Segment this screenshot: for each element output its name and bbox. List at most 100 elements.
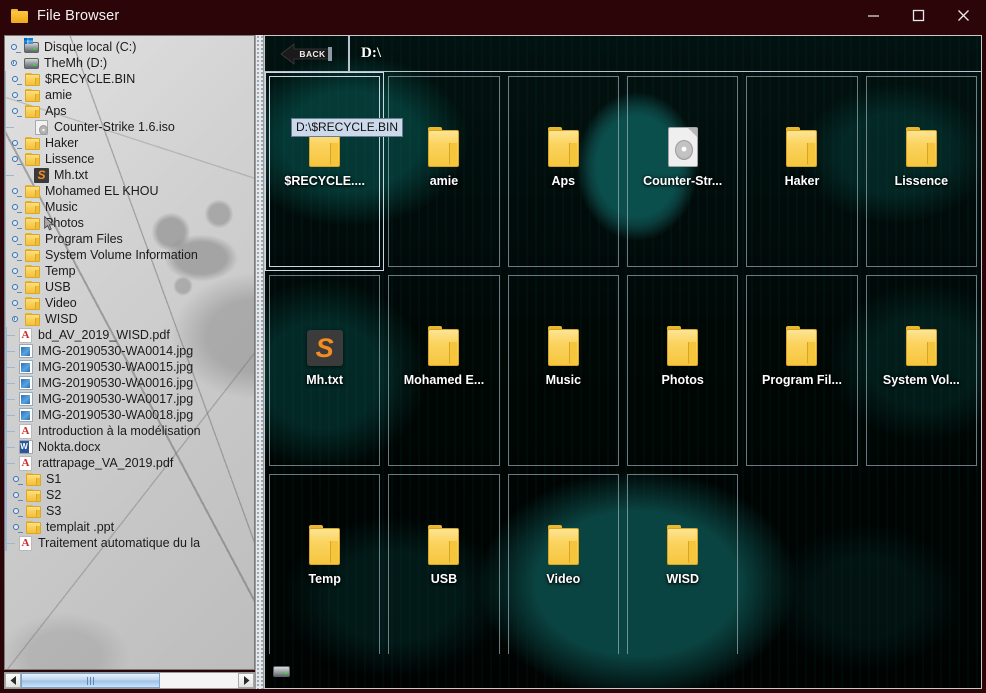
tree-item[interactable]: S2 [5, 487, 254, 503]
tree-item-icon-slot [23, 264, 42, 278]
save-button[interactable]: Save [642, 659, 715, 684]
file-grid-item[interactable]: USB [388, 474, 500, 654]
split-pane-divider[interactable] [255, 35, 264, 689]
pdf-icon [19, 423, 32, 439]
file-grid-item[interactable]: System Vol... [865, 275, 977, 466]
file-grid-item[interactable]: $RECYCLE.... [265, 72, 385, 271]
scrollbar-thumb[interactable] [21, 673, 160, 688]
expand-toggle-icon[interactable] [6, 300, 23, 309]
expand-toggle-icon[interactable] [6, 236, 23, 245]
tree-item[interactable]: Introduction à la modélisation [5, 423, 254, 439]
tree-item[interactable]: Video [5, 295, 254, 311]
expand-toggle-icon[interactable] [6, 76, 23, 85]
file-grid-area[interactable]: $RECYCLE.... amie Aps Counter-Str... Haker Li… [265, 72, 981, 654]
collapse-toggle-icon[interactable] [5, 60, 22, 66]
expand-toggle-icon[interactable] [6, 284, 23, 293]
file-grid-item[interactable]: WISD [627, 474, 739, 654]
tree-item[interactable]: IMG-20190530-WA0016.jpg [5, 375, 254, 391]
expand-toggle-icon[interactable] [6, 108, 23, 117]
tree-item-icon-slot [23, 136, 42, 150]
expand-toggle-icon[interactable] [6, 268, 23, 277]
expand-toggle-icon[interactable] [7, 476, 24, 485]
back-button[interactable]: BACK [279, 42, 335, 65]
tree-item-label: WISD [45, 312, 78, 326]
file-grid-item[interactable]: Mohamed E... [388, 275, 500, 466]
file-grid-item[interactable]: Lissence [865, 76, 977, 267]
tree-item[interactable]: Photos [5, 215, 254, 231]
tree-item[interactable]: $RECYCLE.BIN [5, 71, 254, 87]
tree-horizontal-scrollbar[interactable] [4, 672, 255, 689]
close-icon[interactable] [941, 0, 986, 31]
expand-toggle-icon[interactable] [7, 508, 24, 517]
tree-item[interactable]: Aps [5, 103, 254, 119]
directory-tree[interactable]: Disque local (C:) TheMh (D:) $RECYCLE.BIN a… [5, 36, 254, 551]
tree-item[interactable]: Lissence [5, 151, 254, 167]
expand-toggle-icon[interactable] [6, 252, 23, 261]
expand-toggle-icon[interactable] [6, 92, 23, 101]
file-item-label: Temp [308, 572, 341, 586]
minimize-icon[interactable] [851, 0, 896, 31]
tree-item[interactable]: Haker [5, 135, 254, 151]
expand-toggle-icon[interactable] [6, 188, 23, 197]
tree-item[interactable]: Traitement automatique du la [5, 535, 254, 551]
tree-item[interactable]: IMG-20190530-WA0015.jpg [5, 359, 254, 375]
file-grid-item[interactable]: Music [507, 275, 619, 466]
tree-item[interactable]: S3 [5, 503, 254, 519]
tree-item-label: USB [45, 280, 71, 294]
new-file-button[interactable]: new File [800, 659, 877, 684]
tree-item[interactable]: rattrapage_VA_2019.pdf [5, 455, 254, 471]
expand-toggle-icon[interactable] [5, 44, 22, 53]
tree-item[interactable]: Disque local (C:) [5, 37, 254, 55]
tree-item[interactable]: IMG-20190530-WA0014.jpg [5, 343, 254, 359]
scroll-left-button[interactable] [5, 673, 21, 688]
tree-item[interactable]: Program Files [5, 231, 254, 247]
tree-item[interactable]: TheMh (D:) [5, 55, 254, 71]
scroll-right-button[interactable] [238, 673, 254, 688]
file-grid-item[interactable]: Mh.txt [269, 275, 381, 466]
maximize-icon[interactable] [896, 0, 941, 31]
expand-toggle-icon[interactable] [6, 156, 23, 165]
tree-scroll-area[interactable]: Disque local (C:) TheMh (D:) $RECYCLE.BIN a… [4, 35, 255, 670]
file-grid[interactable]: $RECYCLE.... amie Aps Counter-Str... Haker Li… [265, 72, 981, 654]
path-cell[interactable]: D:\ [349, 36, 981, 72]
new-folder-button[interactable]: new Folder [882, 659, 974, 684]
tree-item-icon-slot [24, 504, 43, 518]
rename-button[interactable]: Rename [720, 659, 795, 684]
tree-item[interactable]: IMG-20190530-WA0017.jpg [5, 391, 254, 407]
collapse-toggle-icon[interactable] [6, 316, 23, 322]
drive-icon [24, 57, 39, 69]
tree-item[interactable]: Temp [5, 263, 254, 279]
file-grid-item[interactable]: Temp [269, 474, 381, 654]
tree-item-label: rattrapage_VA_2019.pdf [38, 456, 174, 470]
tree-item[interactable]: IMG-20190530-WA0018.jpg [5, 407, 254, 423]
expand-toggle-icon[interactable] [6, 140, 23, 149]
tree-item[interactable]: S1 [5, 471, 254, 487]
tree-branch-line [6, 535, 16, 551]
tree-item[interactable]: Nokta.docx [5, 439, 254, 455]
tree-item[interactable]: WISD [5, 311, 254, 327]
file-grid-item[interactable]: Video [507, 474, 619, 654]
file-grid-item[interactable]: Program Fil... [746, 275, 858, 466]
file-grid-item[interactable]: Haker [746, 76, 858, 267]
file-grid-item[interactable]: Photos [627, 275, 739, 466]
drive-icon [273, 666, 290, 677]
tree-item[interactable]: Counter-Strike 1.6.iso [5, 119, 254, 135]
tree-item[interactable]: Mohamed EL KHOU [5, 183, 254, 199]
scrollbar-track[interactable] [21, 673, 238, 688]
file-grid-item[interactable]: amie [388, 76, 500, 267]
tree-item[interactable]: templait .ppt [5, 519, 254, 535]
tree-item[interactable]: amie [5, 87, 254, 103]
tree-item[interactable]: bd_AV_2019_WISD.pdf [5, 327, 254, 343]
tree-item[interactable]: Mh.txt [5, 167, 254, 183]
folder-icon [26, 504, 41, 518]
file-grid-item[interactable]: Counter-Str... [627, 76, 739, 267]
expand-toggle-icon[interactable] [7, 524, 24, 533]
tree-item[interactable]: System Volume Information [5, 247, 254, 263]
expand-toggle-icon[interactable] [6, 204, 23, 213]
expand-toggle-icon[interactable] [6, 220, 23, 229]
tree-item-icon-slot [32, 119, 51, 135]
expand-toggle-icon[interactable] [7, 492, 24, 501]
tree-item[interactable]: USB [5, 279, 254, 295]
file-grid-item[interactable]: Aps [507, 76, 619, 267]
tree-item[interactable]: Music [5, 199, 254, 215]
